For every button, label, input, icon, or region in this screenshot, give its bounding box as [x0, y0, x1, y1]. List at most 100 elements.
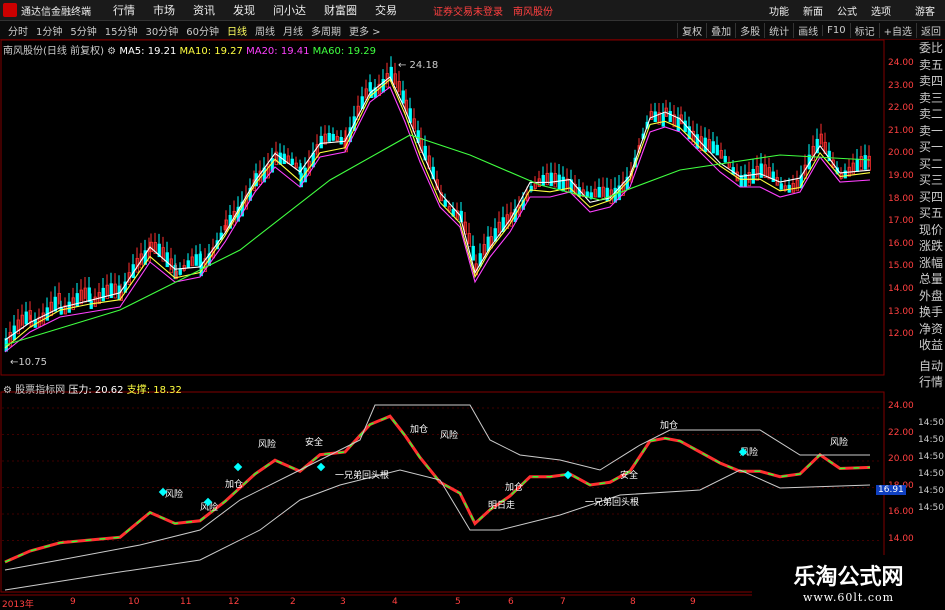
candle-body — [668, 111, 672, 123]
ma20-value: MA20: 19.41 — [246, 46, 310, 57]
main-axis-tick: 19.00 — [888, 171, 914, 181]
settings-icon[interactable]: ⚙ — [107, 46, 119, 57]
main-axis-tick: 16.00 — [888, 238, 914, 249]
candle-body — [178, 268, 182, 275]
ma10-value: MA10: 19.27 — [179, 46, 243, 57]
date-tick: 2013年 — [2, 600, 34, 610]
main-chart-title: 南风股份(日线 前复权) — [3, 46, 104, 57]
main-axis-tick: 13.00 — [888, 306, 914, 317]
side-item[interactable]: 委比 — [917, 40, 945, 57]
sub-axis-time-tick: 14:50 — [918, 418, 944, 428]
main-axis-tick: 20.00 — [888, 148, 914, 159]
signal-label: 风险 — [830, 436, 848, 448]
sub-axis-tick: 22.00 — [888, 427, 914, 438]
side-item[interactable]: 行情 — [917, 374, 945, 391]
side-item[interactable]: 买五 — [917, 205, 945, 222]
side-item[interactable]: 现价 — [917, 222, 945, 239]
quote-side-panel: 委比 卖五 卖四 卖三 卖二 卖一 买一 买二 买三 买四 买五 现价 涨跌 涨… — [917, 40, 945, 391]
current-value-tag: 16.91 — [876, 485, 906, 495]
signal-diamond — [316, 462, 326, 472]
side-item[interactable]: 卖三 — [917, 90, 945, 107]
candle-body — [186, 260, 190, 269]
signal-label: 风险 — [258, 438, 276, 450]
date-tick: 5 — [455, 597, 461, 607]
signal-label: 安全 — [620, 469, 638, 481]
signal-label: 风险 — [440, 429, 458, 441]
candle-body — [661, 113, 665, 127]
candle-body — [401, 90, 405, 104]
date-tick: 4 — [392, 597, 398, 607]
signal-label: 风险 — [165, 488, 183, 500]
candle-body — [59, 307, 63, 315]
candle-body — [676, 117, 680, 132]
date-tick: 8 — [630, 597, 636, 607]
signal-label: 一兄弟回头根 — [335, 469, 389, 481]
candle-body — [855, 158, 859, 172]
date-tick: 2 — [290, 597, 296, 607]
ma60-line — [4, 134, 871, 346]
main-axis-tick: 14.00 — [888, 284, 914, 294]
sub-axis-tick: 14.00 — [888, 533, 914, 544]
candle-body — [585, 191, 589, 197]
candle-body — [541, 174, 545, 186]
main-axis-tick: 24.00 — [888, 58, 914, 68]
side-item[interactable]: 买一 — [917, 139, 945, 156]
candle-body — [282, 153, 286, 165]
sub-axis-tick: 20.00 — [888, 454, 914, 464]
side-item[interactable]: 买四 — [917, 189, 945, 206]
high-price-label: ← 24.18 — [398, 60, 438, 71]
signal-label: 加仓 — [505, 481, 523, 493]
candle-body — [194, 254, 198, 266]
candle-body — [165, 252, 169, 268]
signal-label: 安全 — [305, 436, 323, 448]
side-item[interactable]: 卖五 — [917, 57, 945, 74]
main-axis-tick: 22.00 — [888, 103, 914, 114]
signal-diamond — [233, 462, 243, 472]
main-axis-tick: 23.00 — [888, 80, 914, 91]
side-item[interactable]: 买二 — [917, 156, 945, 173]
main-axis-tick: 18.00 — [888, 193, 914, 204]
candle-body — [759, 163, 763, 178]
main-axis-tick: 15.00 — [888, 261, 914, 272]
side-item[interactable]: 总量 — [917, 271, 945, 288]
site-watermark: 乐淘公式网 www.60lt.com — [752, 555, 945, 609]
signal-label: 加仓 — [410, 423, 428, 435]
side-item[interactable]: 卖二 — [917, 106, 945, 123]
pressure-value: 压力: 20.62 — [68, 385, 124, 396]
date-tick: 11 — [180, 597, 192, 607]
candle-body — [711, 141, 715, 154]
side-item[interactable]: 涨跌 — [917, 238, 945, 255]
date-tick: 10 — [128, 597, 140, 607]
sub-axis-time-tick: 14:50 — [918, 435, 944, 445]
sub-axis-tick: 24.00 — [888, 401, 914, 411]
candle-body — [779, 183, 783, 190]
candle-body — [549, 172, 553, 187]
candle-body — [75, 293, 79, 307]
side-item[interactable]: 卖四 — [917, 73, 945, 90]
side-item[interactable]: 换手 — [917, 304, 945, 321]
candle-body — [89, 300, 93, 309]
sub-chart-legend: ⚙ 股票指标网 压力: 20.62 支撑: 18.32 — [3, 381, 182, 396]
signal-label: 加仓 — [225, 478, 243, 490]
side-item[interactable]: 自动 — [917, 358, 945, 375]
side-item[interactable]: 净资 — [917, 321, 945, 338]
signal-label: 明日走 — [488, 500, 515, 511]
date-tick: 6 — [508, 597, 514, 607]
sub-axis-tick: 16.00 — [888, 507, 914, 517]
side-item[interactable]: 涨幅 — [917, 255, 945, 272]
side-item[interactable]: 卖一 — [917, 123, 945, 140]
side-item[interactable]: 买三 — [917, 172, 945, 189]
candle-body — [597, 186, 601, 198]
watermark-url: www.60lt.com — [802, 591, 895, 604]
signal-label: 加仓 — [660, 419, 678, 431]
date-tick: 9 — [70, 597, 76, 607]
candle-body — [751, 169, 755, 184]
signal-diamond — [563, 470, 573, 480]
side-item[interactable]: 外盘 — [917, 288, 945, 305]
side-item[interactable]: 收益 — [917, 337, 945, 354]
settings-icon[interactable]: ⚙ — [3, 385, 15, 396]
candle-body — [557, 174, 561, 190]
candle-body — [24, 311, 28, 325]
sub-axis-time-tick: 14:50 — [918, 503, 944, 513]
kline-chart-area[interactable]: ← 24.18←10.75风险风险风险风险风险风险一兄弟回头根一兄弟回头根加仓加… — [0, 0, 945, 609]
